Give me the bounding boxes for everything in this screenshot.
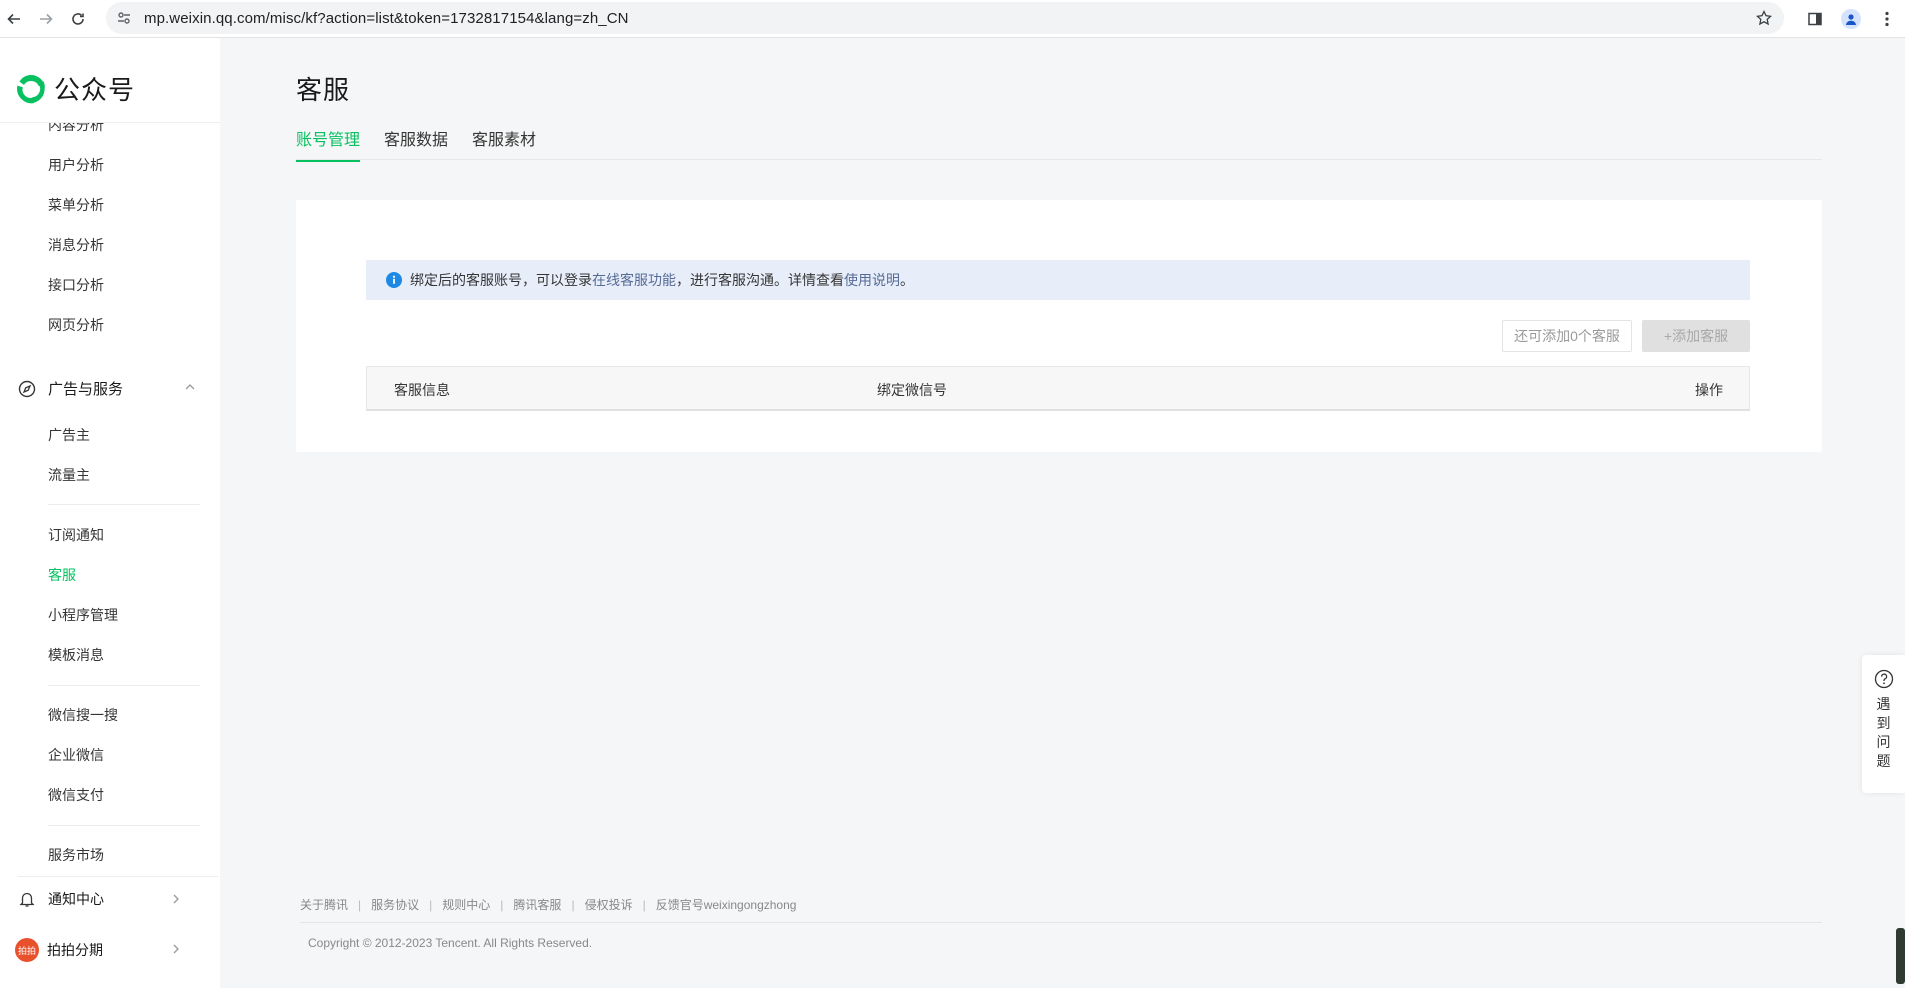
paipai-installment[interactable]: 拍拍 拍拍分期 (15, 938, 103, 962)
footer-link-support[interactable]: 腾讯客服 (513, 896, 561, 913)
url-text[interactable]: mp.weixin.qq.com/misc/kf?action=list&tok… (144, 10, 629, 27)
help-label: 遇到问题 (1876, 696, 1891, 769)
add-service-button[interactable]: +添加客服 (1642, 320, 1750, 352)
chevron-right-icon[interactable] (170, 893, 182, 905)
column-bound-wechat: 绑定微信号 (877, 382, 947, 398)
chevron-right-icon[interactable] (170, 943, 182, 955)
sidebar-item-wechat-pay[interactable]: 微信支付 (48, 785, 104, 805)
sidebar-section-ads[interactable]: 广告与服务 (18, 378, 218, 399)
table-header: 客服信息 绑定微信号 操作 (366, 366, 1750, 411)
sidebar-menu[interactable]: 内容分析 用户分析 菜单分析 消息分析 接口分析 网页分析 广告与服务 广告主 … (0, 122, 220, 862)
site-settings-icon[interactable] (116, 10, 132, 26)
profile-icon[interactable] (1839, 5, 1863, 33)
logo-text: 公众号 (54, 75, 136, 105)
tab-bar: 账号管理 客服数据 客服素材 (296, 126, 1822, 162)
sidebar-item-message-analysis[interactable]: 消息分析 (48, 235, 104, 255)
footer-link-rules[interactable]: 规则中心 (442, 896, 490, 913)
remaining-quota-button[interactable]: 还可添加0个客服 (1502, 320, 1632, 352)
compass-icon (18, 380, 36, 397)
sidebar-item-template-message[interactable]: 模板消息 (48, 645, 104, 665)
reload-icon[interactable] (64, 5, 92, 33)
footer-link-feedback[interactable]: 反馈官号weixingongzhong (656, 896, 797, 913)
tab-account-management[interactable]: 账号管理 (296, 126, 361, 162)
paipai-label: 拍拍分期 (47, 942, 103, 958)
footer-links: 关于腾讯 | 服务协议 | 规则中心 | 腾讯客服 | 侵权投诉 | 反馈官号weixin… (300, 896, 797, 913)
scrollbar-thumb[interactable] (1896, 928, 1905, 984)
footer-divider (300, 922, 1822, 923)
chevron-up-icon[interactable] (184, 381, 196, 393)
sidebar-item-customer-service[interactable]: 客服 (48, 565, 76, 585)
footer-link-terms[interactable]: 服务协议 (371, 896, 419, 913)
sidebar-item-subscribe-notice[interactable]: 订阅通知 (48, 525, 104, 545)
sidebar: 公众号 内容分析 用户分析 菜单分析 消息分析 接口分析 网页分析 广告与服务 … (0, 38, 220, 988)
sidebar-section-ads-label: 广告与服务 (48, 381, 124, 398)
online-service-link[interactable]: 在线客服功能 (592, 270, 676, 290)
sidebar-item-user-analysis[interactable]: 用户分析 (48, 155, 104, 175)
tab-service-data[interactable]: 客服数据 (384, 126, 448, 160)
sidebar-item-advertiser[interactable]: 广告主 (48, 425, 90, 445)
help-float-button[interactable]: 遇到问题 (1862, 655, 1905, 793)
usage-guide-link[interactable]: 使用说明 (844, 270, 900, 290)
sidebar-divider (48, 685, 200, 686)
sidebar-item-wechat-search[interactable]: 微信搜一搜 (48, 705, 118, 725)
notice-text-3: 。 (900, 272, 914, 288)
sidebar-item-publisher[interactable]: 流量主 (48, 465, 90, 485)
sidebar-item-menu-analysis[interactable]: 菜单分析 (48, 195, 104, 215)
page-title: 客服 (296, 75, 351, 105)
sidebar-divider (48, 504, 200, 505)
tab-service-materials[interactable]: 客服素材 (472, 126, 536, 160)
sidebar-item-content-analysis[interactable]: 内容分析 (48, 123, 104, 135)
footer-link-about[interactable]: 关于腾讯 (300, 896, 348, 913)
paipai-avatar: 拍拍 (15, 938, 39, 962)
back-icon[interactable] (0, 5, 28, 33)
sidebar-item-miniprogram[interactable]: 小程序管理 (48, 605, 118, 625)
sidebar-item-wecom[interactable]: 企业微信 (48, 745, 104, 765)
more-menu-icon[interactable] (1875, 5, 1899, 33)
account-panel: 绑定后的客服账号，可以登录 在线客服功能 ，进行客服沟通。详情查看 使用说明 。… (296, 200, 1822, 452)
info-icon (386, 272, 402, 288)
question-icon (1874, 669, 1893, 689)
bell-icon (19, 892, 35, 907)
sidebar-item-api-analysis[interactable]: 接口分析 (48, 275, 104, 295)
notice-text-2: ，进行客服沟通。详情查看 (676, 272, 844, 288)
notice-text-1: 绑定后的客服账号，可以登录 (410, 272, 592, 288)
footer-link-complaint[interactable]: 侵权投诉 (585, 896, 633, 913)
forward-icon[interactable] (32, 5, 60, 33)
side-panel-icon[interactable] (1803, 5, 1827, 33)
column-actions: 操作 (1695, 382, 1723, 398)
browser-toolbar: mp.weixin.qq.com/misc/kf?action=list&tok… (0, 0, 1905, 38)
sidebar-item-service-market[interactable]: 服务市场 (48, 845, 104, 862)
column-service-info: 客服信息 (394, 382, 450, 398)
notification-center-label: 通知中心 (48, 891, 104, 907)
wechat-official-logo-icon (17, 74, 45, 103)
bookmark-star-icon[interactable] (1756, 10, 1772, 26)
logo[interactable]: 公众号 (14, 70, 135, 107)
notification-center[interactable]: 通知中心 (18, 876, 218, 909)
address-bar[interactable]: mp.weixin.qq.com/misc/kf?action=list&tok… (106, 2, 1784, 34)
info-notice: 绑定后的客服账号，可以登录 在线客服功能 ，进行客服沟通。详情查看 使用说明 。 (366, 260, 1750, 300)
copyright: Copyright © 2012-2023 Tencent. All Right… (308, 936, 593, 950)
sidebar-item-web-analysis[interactable]: 网页分析 (48, 315, 104, 335)
sidebar-divider (48, 825, 200, 826)
